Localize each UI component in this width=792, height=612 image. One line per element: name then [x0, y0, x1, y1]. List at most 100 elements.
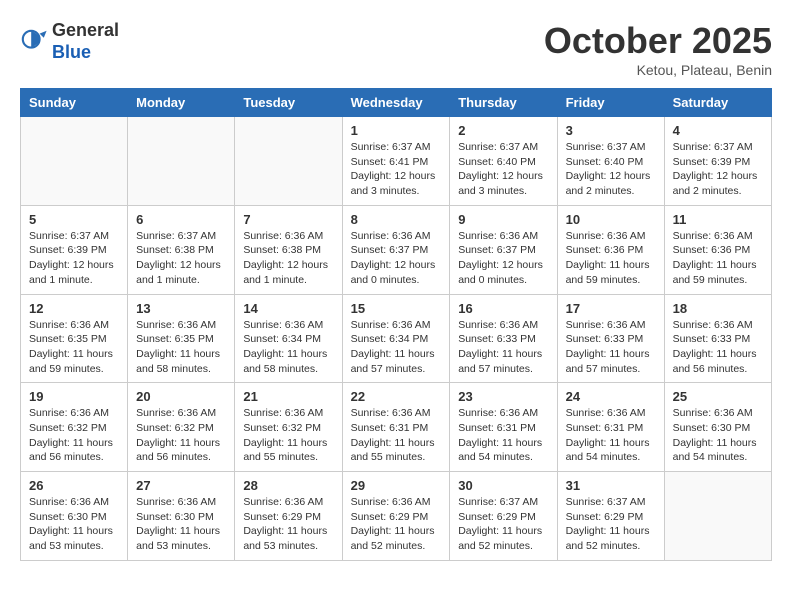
day-number: 21	[243, 389, 333, 404]
page-header: General Blue October 2025 Ketou, Plateau…	[20, 20, 772, 78]
weekday-header: Friday	[557, 89, 664, 117]
day-number: 3	[566, 123, 656, 138]
day-info: Sunrise: 6:36 AM Sunset: 6:37 PM Dayligh…	[351, 229, 442, 288]
calendar-day-cell: 22Sunrise: 6:36 AM Sunset: 6:31 PM Dayli…	[342, 383, 450, 472]
calendar-day-cell: 3 Sunrise: 6:37 AM Sunset: 6:40 PM Daylig…	[557, 117, 664, 206]
day-number: 25	[673, 389, 763, 404]
calendar-day-cell: 24 Sunrise: 6:36 AM Sunset: 6:31 PM Dayli…	[557, 383, 664, 472]
day-number: 12	[29, 301, 119, 316]
calendar-day-cell: 4Sunrise: 6:37 AM Sunset: 6:39 PM Daylig…	[664, 117, 771, 206]
calendar-day-cell: 19 Sunrise: 6:36 AM Sunset: 6:32 PM Dayli…	[21, 383, 128, 472]
calendar-week-row: 19 Sunrise: 6:36 AM Sunset: 6:32 PM Dayli…	[21, 383, 772, 472]
calendar-day-cell: 26 Sunrise: 6:36 AM Sunset: 6:30 PM Dayli…	[21, 472, 128, 561]
logo-general: General	[52, 20, 119, 40]
day-info: Sunrise: 6:36 AM Sunset: 6:30 PM Dayligh…	[673, 406, 763, 465]
calendar-table: SundayMondayTuesdayWednesdayThursdayFrid…	[20, 88, 772, 561]
day-info: Sunrise: 6:37 AM Sunset: 6:39 PM Dayligh…	[673, 140, 763, 199]
calendar-day-cell: 25 Sunrise: 6:36 AM Sunset: 6:30 PM Dayli…	[664, 383, 771, 472]
day-number: 7	[243, 212, 333, 227]
calendar-day-cell: 23 Sunrise: 6:36 AM Sunset: 6:31 PM Dayli…	[450, 383, 557, 472]
day-info: Sunrise: 6:37 AM Sunset: 6:38 PM Dayligh…	[136, 229, 226, 288]
weekday-header: Sunday	[21, 89, 128, 117]
weekday-header: Wednesday	[342, 89, 450, 117]
calendar-day-cell: 9Sunrise: 6:36 AM Sunset: 6:37 PM Daylig…	[450, 205, 557, 294]
location: Ketou, Plateau, Benin	[544, 62, 772, 78]
day-info: Sunrise: 6:36 AM Sunset: 6:29 PM Dayligh…	[243, 495, 333, 554]
day-info: Sunrise: 6:36 AM Sunset: 6:32 PM Dayligh…	[136, 406, 226, 465]
calendar-day-cell: 31Sunrise: 6:37 AM Sunset: 6:29 PM Dayli…	[557, 472, 664, 561]
day-info: Sunrise: 6:36 AM Sunset: 6:30 PM Dayligh…	[29, 495, 119, 554]
day-number: 11	[673, 212, 763, 227]
calendar-day-cell: 16Sunrise: 6:36 AM Sunset: 6:33 PM Dayli…	[450, 294, 557, 383]
day-number: 20	[136, 389, 226, 404]
calendar-day-cell	[21, 117, 128, 206]
weekday-header: Tuesday	[235, 89, 342, 117]
calendar-day-cell: 11 Sunrise: 6:36 AM Sunset: 6:36 PM Dayli…	[664, 205, 771, 294]
calendar-day-cell: 7 Sunrise: 6:36 AM Sunset: 6:38 PM Daylig…	[235, 205, 342, 294]
day-info: Sunrise: 6:36 AM Sunset: 6:34 PM Dayligh…	[351, 318, 442, 377]
day-info: Sunrise: 6:36 AM Sunset: 6:38 PM Dayligh…	[243, 229, 333, 288]
day-number: 27	[136, 478, 226, 493]
day-info: Sunrise: 6:36 AM Sunset: 6:34 PM Dayligh…	[243, 318, 333, 377]
day-number: 5	[29, 212, 119, 227]
day-number: 8	[351, 212, 442, 227]
day-info: Sunrise: 6:36 AM Sunset: 6:32 PM Dayligh…	[29, 406, 119, 465]
day-number: 31	[566, 478, 656, 493]
calendar-day-cell: 20 Sunrise: 6:36 AM Sunset: 6:32 PM Dayli…	[128, 383, 235, 472]
day-number: 19	[29, 389, 119, 404]
logo-blue: Blue	[52, 42, 91, 62]
day-info: Sunrise: 6:36 AM Sunset: 6:33 PM Dayligh…	[673, 318, 763, 377]
calendar-day-cell: 21 Sunrise: 6:36 AM Sunset: 6:32 PM Dayli…	[235, 383, 342, 472]
day-info: Sunrise: 6:36 AM Sunset: 6:35 PM Dayligh…	[29, 318, 119, 377]
calendar-day-cell: 6Sunrise: 6:37 AM Sunset: 6:38 PM Daylig…	[128, 205, 235, 294]
calendar-day-cell	[235, 117, 342, 206]
day-number: 10	[566, 212, 656, 227]
day-number: 24	[566, 389, 656, 404]
day-info: Sunrise: 6:37 AM Sunset: 6:39 PM Dayligh…	[29, 229, 119, 288]
day-number: 2	[458, 123, 548, 138]
day-info: Sunrise: 6:37 AM Sunset: 6:40 PM Dayligh…	[458, 140, 548, 199]
calendar-day-cell: 28 Sunrise: 6:36 AM Sunset: 6:29 PM Dayli…	[235, 472, 342, 561]
day-info: Sunrise: 6:36 AM Sunset: 6:31 PM Dayligh…	[351, 406, 442, 465]
day-number: 26	[29, 478, 119, 493]
day-info: Sunrise: 6:36 AM Sunset: 6:32 PM Dayligh…	[243, 406, 333, 465]
logo-icon	[20, 28, 48, 56]
calendar-week-row: 1Sunrise: 6:37 AM Sunset: 6:41 PM Daylig…	[21, 117, 772, 206]
day-info: Sunrise: 6:36 AM Sunset: 6:30 PM Dayligh…	[136, 495, 226, 554]
logo: General Blue	[20, 20, 119, 63]
calendar-day-cell: 8 Sunrise: 6:36 AM Sunset: 6:37 PM Daylig…	[342, 205, 450, 294]
calendar-day-cell: 29 Sunrise: 6:36 AM Sunset: 6:29 PM Dayli…	[342, 472, 450, 561]
calendar-week-row: 5 Sunrise: 6:37 AM Sunset: 6:39 PM Daylig…	[21, 205, 772, 294]
day-info: Sunrise: 6:37 AM Sunset: 6:40 PM Dayligh…	[566, 140, 656, 199]
day-number: 29	[351, 478, 442, 493]
calendar-day-cell: 12 Sunrise: 6:36 AM Sunset: 6:35 PM Dayli…	[21, 294, 128, 383]
calendar-day-cell: 17 Sunrise: 6:36 AM Sunset: 6:33 PM Dayli…	[557, 294, 664, 383]
day-info: Sunrise: 6:36 AM Sunset: 6:31 PM Dayligh…	[458, 406, 548, 465]
day-info: Sunrise: 6:36 AM Sunset: 6:33 PM Dayligh…	[566, 318, 656, 377]
day-number: 1	[351, 123, 442, 138]
day-info: Sunrise: 6:36 AM Sunset: 6:31 PM Dayligh…	[566, 406, 656, 465]
calendar-day-cell: 5 Sunrise: 6:37 AM Sunset: 6:39 PM Daylig…	[21, 205, 128, 294]
title-block: October 2025 Ketou, Plateau, Benin	[544, 20, 772, 78]
calendar-day-cell	[664, 472, 771, 561]
day-info: Sunrise: 6:36 AM Sunset: 6:33 PM Dayligh…	[458, 318, 548, 377]
day-info: Sunrise: 6:37 AM Sunset: 6:29 PM Dayligh…	[458, 495, 548, 554]
day-number: 30	[458, 478, 548, 493]
day-number: 17	[566, 301, 656, 316]
calendar-day-cell: 2 Sunrise: 6:37 AM Sunset: 6:40 PM Daylig…	[450, 117, 557, 206]
calendar-day-cell: 30 Sunrise: 6:37 AM Sunset: 6:29 PM Dayli…	[450, 472, 557, 561]
day-info: Sunrise: 6:36 AM Sunset: 6:29 PM Dayligh…	[351, 495, 442, 554]
day-info: Sunrise: 6:36 AM Sunset: 6:36 PM Dayligh…	[566, 229, 656, 288]
day-number: 15	[351, 301, 442, 316]
calendar-day-cell: 14 Sunrise: 6:36 AM Sunset: 6:34 PM Dayli…	[235, 294, 342, 383]
day-info: Sunrise: 6:36 AM Sunset: 6:35 PM Dayligh…	[136, 318, 226, 377]
day-number: 23	[458, 389, 548, 404]
month-title: October 2025	[544, 20, 772, 62]
calendar-week-row: 12 Sunrise: 6:36 AM Sunset: 6:35 PM Dayli…	[21, 294, 772, 383]
calendar-week-row: 26 Sunrise: 6:36 AM Sunset: 6:30 PM Dayli…	[21, 472, 772, 561]
day-info: Sunrise: 6:36 AM Sunset: 6:36 PM Dayligh…	[673, 229, 763, 288]
calendar-day-cell: 13Sunrise: 6:36 AM Sunset: 6:35 PM Dayli…	[128, 294, 235, 383]
weekday-header-row: SundayMondayTuesdayWednesdayThursdayFrid…	[21, 89, 772, 117]
day-number: 14	[243, 301, 333, 316]
day-number: 28	[243, 478, 333, 493]
